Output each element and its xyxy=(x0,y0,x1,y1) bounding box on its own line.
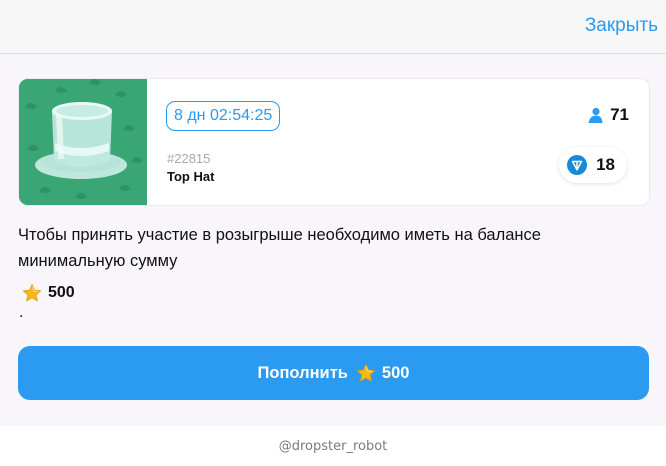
participants-value: 71 xyxy=(610,105,629,124)
top-hat-icon xyxy=(19,79,147,205)
ton-price-badge: 18 xyxy=(559,147,627,183)
lot-name: Top Hat xyxy=(167,169,215,184)
countdown-timer: 8 дн 02:54:25 xyxy=(166,101,281,131)
close-button[interactable]: Закрыть xyxy=(585,15,658,37)
min-amount: 500 xyxy=(22,283,75,303)
participants-count: 71 xyxy=(587,105,629,125)
lot-id: #22815 xyxy=(167,151,211,166)
raffle-panel: 8 дн 02:54:25 #22815 Top Hat 71 18 Чтобы… xyxy=(0,54,666,426)
bot-name: @dropster_robot xyxy=(278,438,388,454)
user-icon xyxy=(588,107,603,123)
bot-footer: @dropster_robot xyxy=(0,426,666,466)
ton-price-value: 18 xyxy=(596,155,615,174)
min-amount-value: 500 xyxy=(48,284,75,301)
topup-button[interactable]: Пополнить 500 xyxy=(18,346,649,400)
top-bar: Закрыть xyxy=(0,0,666,54)
ton-icon xyxy=(567,155,588,175)
topup-label: Пополнить xyxy=(257,363,348,382)
star-icon xyxy=(22,284,42,302)
topup-amount: 500 xyxy=(381,363,410,382)
trailing-dot: . xyxy=(19,304,24,321)
requirement-message: Чтобы принять участие в розыгрыше необхо… xyxy=(18,226,541,270)
lot-card: 8 дн 02:54:25 #22815 Top Hat 71 18 xyxy=(18,78,650,206)
lot-image xyxy=(19,79,147,205)
star-icon xyxy=(356,364,376,382)
